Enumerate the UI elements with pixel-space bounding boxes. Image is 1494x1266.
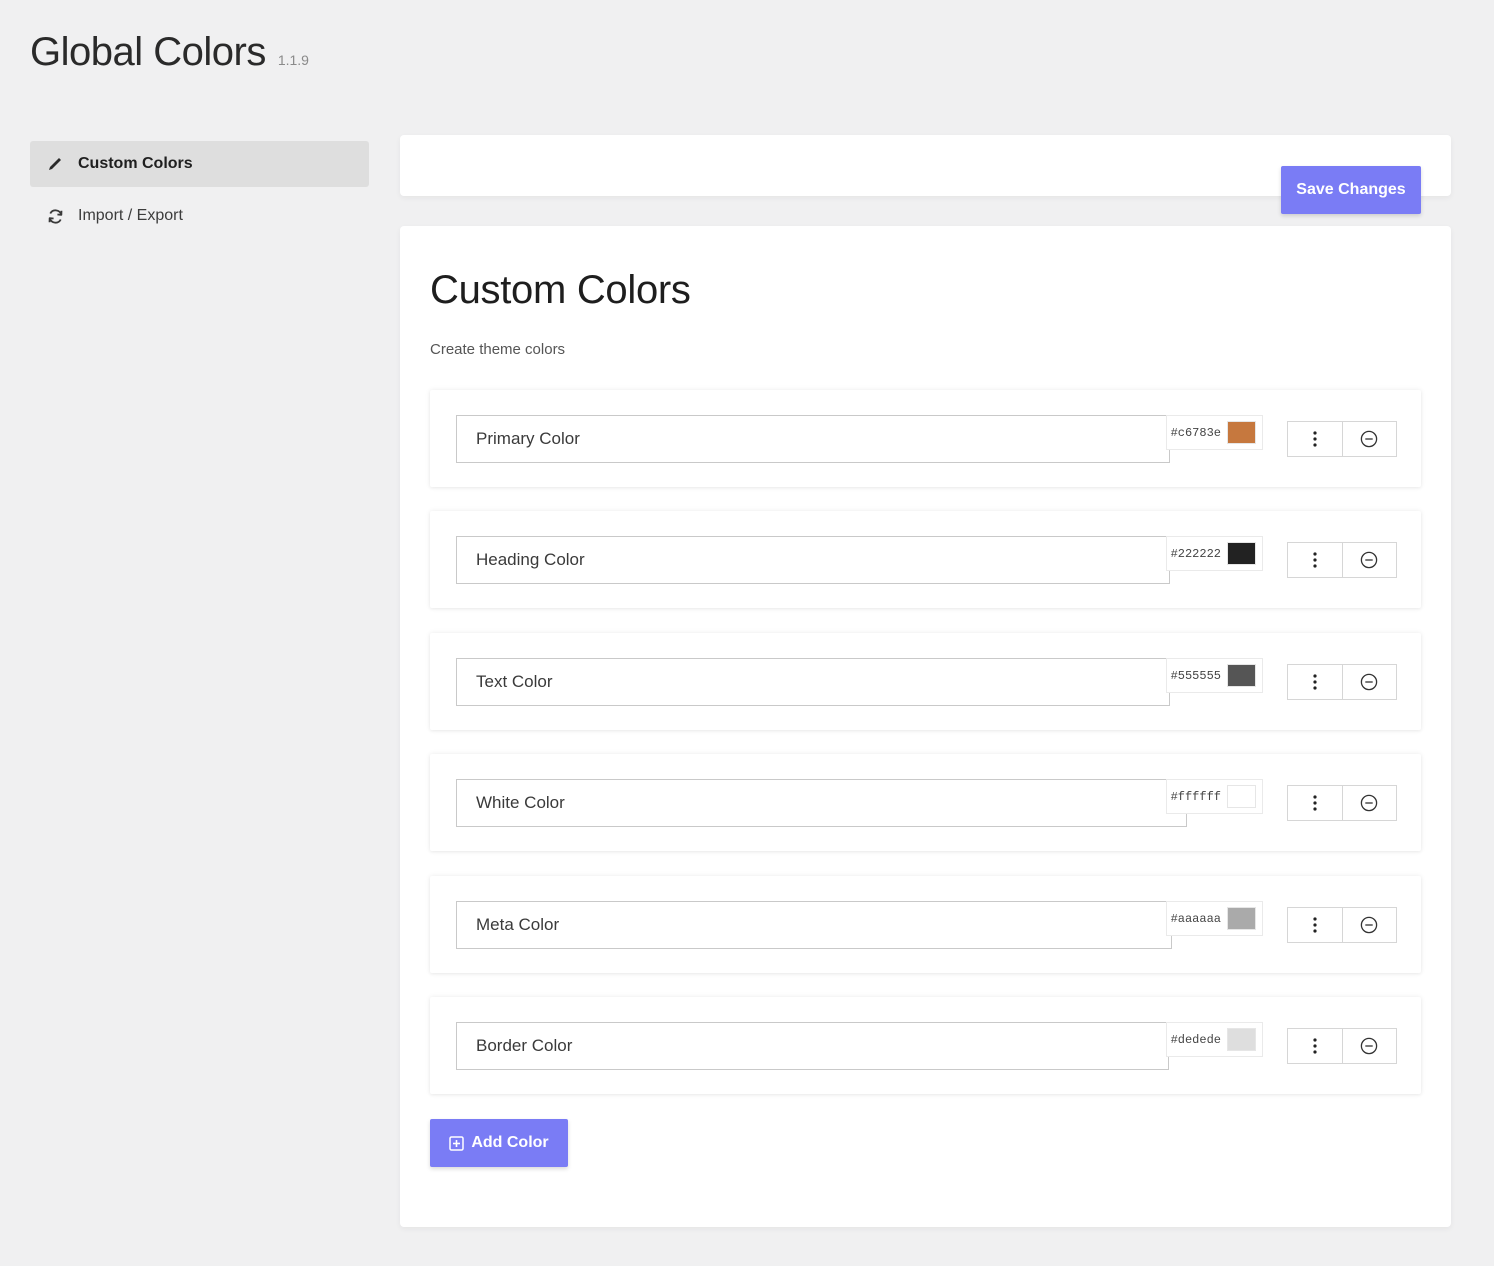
options-button[interactable]	[1288, 665, 1342, 699]
color-row: #ffffff	[430, 754, 1421, 851]
sync-icon	[46, 207, 64, 225]
remove-color-button[interactable]	[1341, 786, 1396, 820]
color-name-input[interactable]	[456, 779, 1187, 827]
sidebar-item-label: Import / Export	[78, 207, 183, 224]
minus-circle-icon	[1361, 551, 1378, 569]
row-actions	[1287, 907, 1397, 943]
custom-colors-panel: Custom Colors Create theme colors #c6783…	[400, 226, 1451, 1227]
color-swatch	[1227, 785, 1256, 808]
color-name-input[interactable]	[456, 901, 1172, 949]
color-swatch	[1227, 542, 1256, 565]
remove-color-button[interactable]	[1341, 908, 1396, 942]
color-hex-value: #555555	[1170, 668, 1221, 683]
save-changes-button[interactable]: Save Changes	[1281, 166, 1421, 214]
more-vertical-icon	[1313, 917, 1317, 933]
color-row: #dedede	[430, 997, 1421, 1094]
color-picker[interactable]: #ffffff	[1165, 779, 1263, 814]
color-name-input[interactable]	[456, 415, 1170, 463]
minus-circle-icon	[1361, 673, 1378, 691]
options-button[interactable]	[1288, 908, 1342, 942]
color-picker[interactable]: #222222	[1165, 536, 1263, 571]
color-row: #c6783e	[430, 390, 1421, 487]
options-button[interactable]	[1288, 1029, 1342, 1063]
brush-icon	[46, 155, 64, 173]
color-picker[interactable]: #aaaaaa	[1165, 901, 1263, 936]
color-row: #222222	[430, 511, 1421, 608]
minus-circle-icon	[1361, 916, 1378, 934]
page-title: Global Colors	[30, 30, 266, 74]
row-actions	[1287, 664, 1397, 700]
color-swatch	[1227, 421, 1256, 444]
panel-description: Create theme colors	[430, 341, 566, 358]
panel-title: Custom Colors	[430, 268, 691, 312]
sidebar-item-import-export[interactable]: Import / Export	[30, 193, 369, 239]
color-hex-value: #aaaaaa	[1170, 911, 1221, 926]
page-header: Global Colors 1.1.9	[30, 30, 309, 75]
row-actions	[1287, 1028, 1397, 1064]
color-picker[interactable]: #555555	[1165, 658, 1263, 693]
color-name-input[interactable]	[456, 658, 1170, 706]
sidebar-item-label: Custom Colors	[78, 155, 193, 172]
row-actions	[1287, 421, 1397, 457]
plus-square-icon	[449, 1135, 465, 1151]
options-button[interactable]	[1288, 422, 1342, 456]
more-vertical-icon	[1313, 1038, 1317, 1054]
color-hex-value: #ffffff	[1170, 789, 1221, 804]
add-color-button[interactable]: Add Color	[430, 1119, 568, 1167]
color-name-input[interactable]	[456, 536, 1170, 584]
remove-color-button[interactable]	[1341, 1029, 1396, 1063]
remove-color-button[interactable]	[1341, 543, 1396, 577]
row-actions	[1287, 542, 1397, 578]
more-vertical-icon	[1313, 431, 1317, 447]
version-label: 1.1.9	[277, 52, 309, 68]
options-button[interactable]	[1288, 543, 1342, 577]
options-button[interactable]	[1288, 786, 1342, 820]
more-vertical-icon	[1313, 674, 1317, 690]
sidebar-item-custom-colors[interactable]: Custom Colors	[30, 141, 369, 187]
color-swatch	[1227, 664, 1256, 687]
minus-circle-icon	[1361, 794, 1378, 812]
minus-circle-icon	[1361, 430, 1378, 448]
more-vertical-icon	[1313, 795, 1317, 811]
more-vertical-icon	[1313, 552, 1317, 568]
remove-color-button[interactable]	[1341, 665, 1396, 699]
color-hex-value: #c6783e	[1170, 425, 1221, 440]
row-actions	[1287, 785, 1397, 821]
color-swatch	[1227, 1028, 1256, 1051]
add-color-label: Add Color	[471, 1134, 549, 1151]
color-swatch	[1227, 907, 1256, 930]
color-picker[interactable]: #dedede	[1165, 1022, 1263, 1057]
minus-circle-icon	[1361, 1037, 1378, 1055]
color-picker[interactable]: #c6783e	[1165, 415, 1263, 450]
color-row: #555555	[430, 633, 1421, 730]
remove-color-button[interactable]	[1341, 422, 1396, 456]
color-hex-value: #222222	[1170, 546, 1221, 561]
color-name-input[interactable]	[456, 1022, 1169, 1070]
sidebar: Custom Colors Import / Export	[30, 141, 369, 245]
color-hex-value: #dedede	[1170, 1032, 1221, 1047]
color-row: #aaaaaa	[430, 876, 1421, 973]
